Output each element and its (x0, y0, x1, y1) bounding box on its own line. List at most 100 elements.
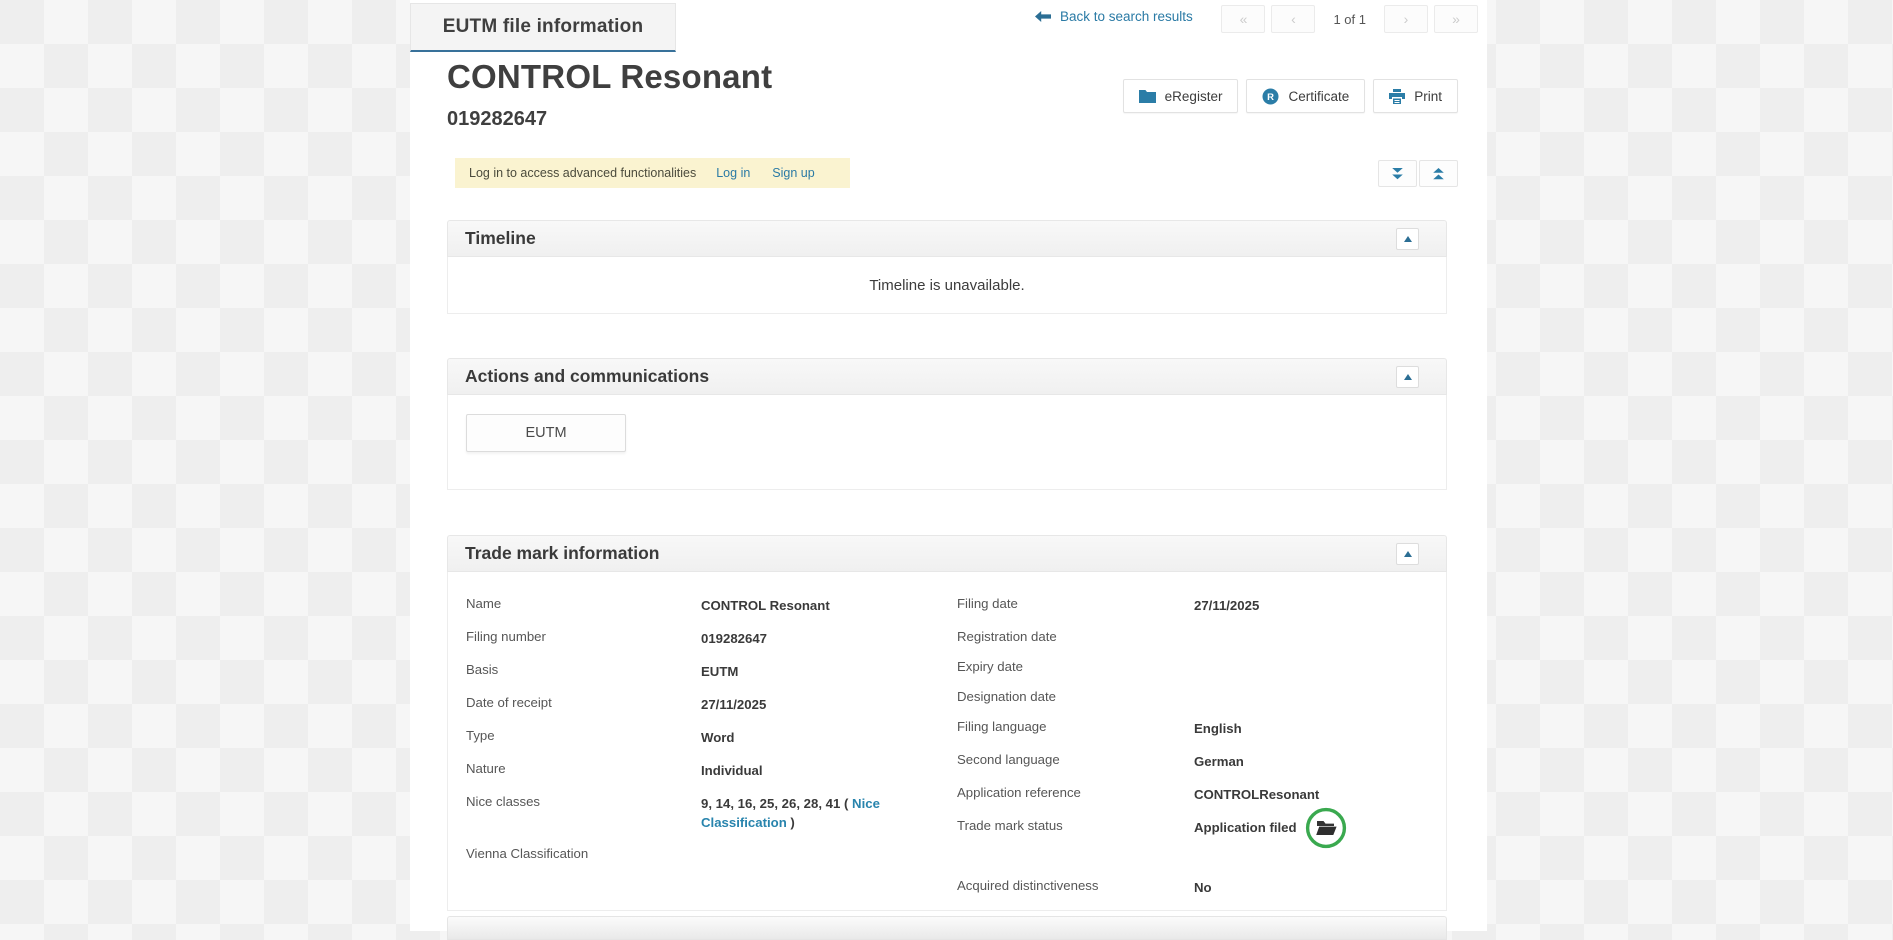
field-row-designation-date: Designation date (957, 682, 1427, 712)
field-value: German (1194, 752, 1427, 771)
eutm-filter-tab-label: EUTM (525, 425, 566, 441)
chevron-up-icon (1404, 551, 1412, 557)
actions-section-header: Actions and communications (447, 358, 1447, 395)
status-icon-wrap (1305, 807, 1347, 849)
field-value: Individual (701, 761, 921, 780)
expand-collapse-controls (1378, 160, 1458, 187)
back-to-search-results-link[interactable]: Back to search results (1035, 9, 1193, 24)
field-label: Trade mark status (957, 818, 1194, 834)
double-chevron-down-icon (1390, 167, 1405, 181)
login-notice-bar: Log in to access advanced functionalitie… (455, 158, 850, 188)
login-notice-message: Log in to access advanced functionalitie… (469, 166, 696, 180)
print-button-label: Print (1414, 89, 1442, 104)
trademark-section-title: Trade mark information (465, 543, 660, 564)
certificate-button[interactable]: R Certificate (1246, 79, 1365, 113)
expand-all-button[interactable] (1378, 160, 1417, 187)
field-value: CONTROL Resonant (701, 596, 921, 615)
field-label: Nice classes (466, 794, 701, 810)
timeline-section-body: Timeline is unavailable. (447, 257, 1447, 314)
filing-number-subtitle: 019282647 (447, 108, 547, 131)
field-row-application-reference: Application referenceCONTROLResonant (957, 778, 1427, 811)
actions-collapse-button[interactable] (1396, 366, 1419, 388)
svg-text:R: R (1268, 92, 1275, 103)
collapse-all-button[interactable] (1419, 160, 1458, 187)
field-value-text: 9, 14, 16, 25, 26, 28, 41 ( (701, 796, 852, 811)
field-label: Basis (466, 662, 701, 678)
timeline-section-title: Timeline (465, 228, 536, 249)
printer-icon (1389, 89, 1405, 104)
eregister-button-label: eRegister (1165, 89, 1223, 104)
field-value-suffix: ) (787, 815, 795, 830)
pager-first-button[interactable]: « (1221, 5, 1265, 33)
field-row-trade-mark-status: Trade mark statusApplication filed (957, 811, 1427, 844)
print-button[interactable]: Print (1373, 79, 1458, 113)
pager-next-button[interactable]: › (1384, 5, 1428, 33)
page-background: { "colors":{"accent_blue":"#2b7da7","lin… (0, 0, 1893, 931)
field-row-basis: BasisEUTM (466, 655, 957, 688)
actions-section-title: Actions and communications (465, 366, 709, 387)
back-arrow-icon (1035, 11, 1051, 22)
field-label: Filing date (957, 596, 1194, 612)
timeline-unavailable-message: Timeline is unavailable. (869, 277, 1024, 294)
trademark-section-body: NameCONTROL ResonantFiling number0192826… (447, 572, 1447, 911)
field-label: Filing language (957, 719, 1194, 735)
field-row-name: NameCONTROL Resonant (466, 589, 957, 622)
field-label: Vienna Classification (466, 846, 701, 862)
field-value: 27/11/2025 (701, 695, 921, 714)
actions-section-body: EUTM (447, 395, 1447, 490)
field-value: 9, 14, 16, 25, 26, 28, 41 ( Nice Classif… (701, 794, 921, 832)
field-label: Second language (957, 752, 1194, 768)
trademark-section-header: Trade mark information (447, 535, 1447, 572)
field-label: Nature (466, 761, 701, 777)
eregister-button[interactable]: eRegister (1123, 79, 1239, 113)
timeline-collapse-button[interactable] (1396, 228, 1419, 250)
field-label: Type (466, 728, 701, 744)
field-value: EUTM (701, 662, 921, 681)
field-value: No (1194, 878, 1427, 897)
field-row-filing-language: Filing languageEnglish (957, 712, 1427, 745)
pager-position-label: 1 of 1 (1333, 12, 1366, 27)
field-row-second-language: Second languageGerman (957, 745, 1427, 778)
field-value: English (1194, 719, 1427, 738)
result-pager: « ‹ 1 of 1 › » (1221, 5, 1478, 33)
field-value: Application filed (1194, 818, 1427, 837)
field-row-acquired-distinctiveness: Acquired distinctivenessNo (957, 871, 1427, 904)
certificate-button-label: Certificate (1288, 89, 1349, 104)
field-label: Application reference (957, 785, 1194, 801)
chevron-up-icon (1404, 374, 1412, 380)
field-row-expiry-date: Expiry date (957, 652, 1427, 682)
eutm-filter-tab[interactable]: EUTM (466, 414, 626, 452)
application-filed-status-icon (1305, 807, 1347, 849)
field-value: 019282647 (701, 629, 921, 648)
main-content-panel: EUTM file information Back to search res… (410, 0, 1487, 931)
timeline-section: Timeline Timeline is unavailable. (447, 220, 1447, 314)
trademark-fields-left-column: NameCONTROL ResonantFiling number0192826… (466, 589, 957, 910)
folder-icon (1139, 89, 1156, 103)
pager-last-button[interactable]: » (1434, 5, 1478, 33)
actions-communications-section: Actions and communications EUTM (447, 358, 1447, 490)
field-label: Date of receipt (466, 695, 701, 711)
field-row-filing-number: Filing number019282647 (466, 622, 957, 655)
field-value: CONTROLResonant (1194, 785, 1427, 804)
chevron-up-icon (1404, 236, 1412, 242)
document-toolbar: eRegister R Certificate Print (1123, 79, 1458, 113)
field-row-type: TypeWord (466, 721, 957, 754)
field-row-registration-date: Registration date (957, 622, 1427, 652)
eutm-file-information-tab[interactable]: EUTM file information (410, 3, 676, 52)
sign-up-link[interactable]: Sign up (772, 166, 814, 180)
log-in-link[interactable]: Log in (716, 166, 750, 180)
field-label: Filing number (466, 629, 701, 645)
field-label: Name (466, 596, 701, 612)
trademark-collapse-button[interactable] (1396, 543, 1419, 565)
tab-label: EUTM file information (443, 16, 644, 38)
double-chevron-up-icon (1431, 167, 1446, 181)
field-row-vienna-classification: Vienna Classification (466, 839, 957, 869)
timeline-section-header: Timeline (447, 220, 1447, 257)
pager-previous-button[interactable]: ‹ (1271, 5, 1315, 33)
field-row-date-of-receipt: Date of receipt27/11/2025 (466, 688, 957, 721)
field-label: Acquired distinctiveness (957, 878, 1194, 894)
trademark-information-section: Trade mark information NameCONTROL Reson… (447, 535, 1447, 911)
field-label: Registration date (957, 629, 1194, 645)
field-value: 27/11/2025 (1194, 596, 1427, 615)
next-section-header-partial[interactable] (447, 916, 1447, 940)
